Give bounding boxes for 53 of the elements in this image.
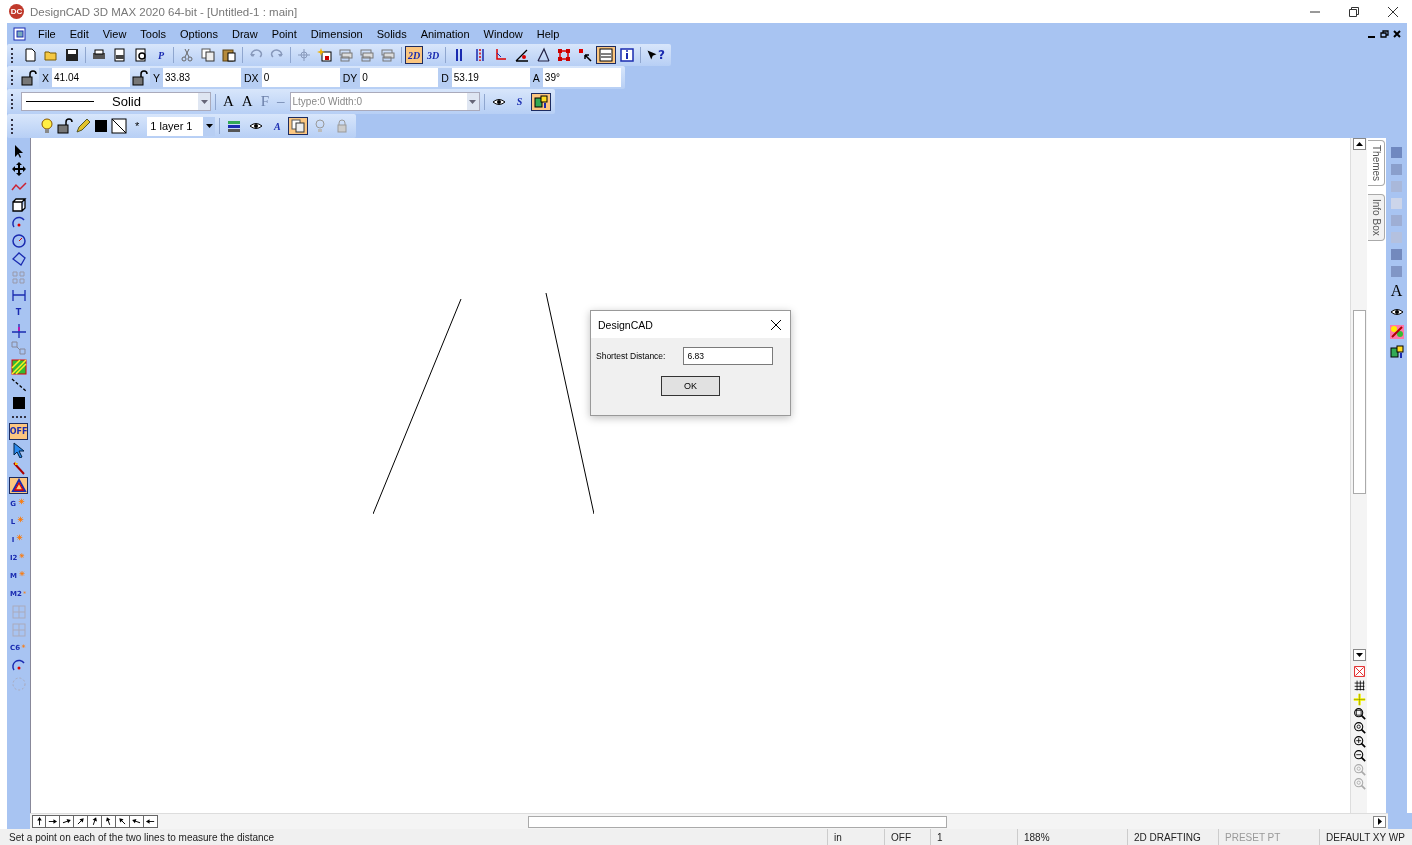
coordinate-label: DY (339, 67, 361, 88)
side-tab[interactable]: Info Box (1368, 194, 1385, 241)
field-label: Shortest Distance: (596, 351, 666, 361)
menu-item[interactable]: Tools (133, 25, 174, 42)
tool-button[interactable]: OFF (9, 423, 28, 440)
menu-item[interactable]: Options (173, 25, 225, 42)
coordinate-field[interactable]: 39° (542, 68, 621, 87)
menu-item[interactable]: Dimension (303, 25, 370, 42)
menu-item[interactable]: Animation (413, 25, 477, 42)
menu-item[interactable]: View (95, 25, 134, 42)
window-title: DesignCAD 3D MAX 2020 64-bit - [Untitled-1 : main] (30, 5, 298, 18)
menu-item[interactable]: Solids (369, 25, 414, 42)
status-field: PRESET PT (1218, 829, 1319, 845)
status-field: in (827, 829, 884, 845)
menu-item[interactable]: Window (476, 25, 530, 42)
toolbar-button[interactable]: A (268, 117, 287, 135)
toolbar-button[interactable]: 2D (405, 46, 423, 64)
app-logo: DC (9, 4, 24, 19)
line-style-dropdown[interactable]: Solid (21, 92, 211, 111)
coordinate-field[interactable]: 33.83 (163, 68, 242, 87)
side-tab[interactable]: Themes (1368, 140, 1385, 187)
coordinate-field[interactable]: 41.04 (52, 68, 130, 87)
menu-item[interactable]: Help (529, 25, 567, 42)
status-field: 188% (1017, 829, 1127, 845)
coordinate-label: X (39, 67, 52, 88)
coordinate-label: Y (150, 67, 164, 88)
coordinate-label: DX (241, 67, 262, 88)
coordinate-field[interactable]: 53.19 (451, 68, 530, 87)
ok-button[interactable]: OK (661, 376, 720, 396)
coordinate-label: D (438, 67, 452, 88)
status-field: 2D DRAFTING (1127, 829, 1218, 845)
status-field: OFF (884, 829, 930, 845)
font-button[interactable]: A (238, 93, 256, 110)
menu-item[interactable]: Edit (62, 25, 96, 42)
dialog-title: DesignCAD (598, 318, 653, 331)
status-field: DEFAULT XY WP (1319, 829, 1412, 845)
toolbar-button[interactable]: S (510, 92, 529, 111)
status-message: Set a point on each of the two lines to measure the distance (9, 831, 276, 843)
coordinate-field[interactable]: 0 (360, 68, 439, 87)
layer-marker: * (134, 120, 141, 132)
menu-item[interactable]: File (31, 25, 63, 42)
menu-item[interactable]: Draw (224, 25, 265, 42)
menu-item[interactable]: Point (264, 25, 304, 42)
status-field: 1 (930, 829, 1017, 845)
layer-dropdown[interactable]: 1 layer 1 (147, 116, 216, 136)
tool-button[interactable]: T (9, 304, 28, 321)
tool-button[interactable]: ? (644, 46, 667, 64)
distance-field[interactable]: 6.83 (683, 347, 774, 365)
text-tool-button[interactable]: A (1390, 282, 1403, 300)
toolbar-button[interactable]: P (152, 46, 170, 64)
font-button[interactable]: A (220, 93, 237, 110)
toolbar-button[interactable]: 3D (424, 46, 442, 64)
coordinate-field[interactable]: 0 (261, 68, 340, 87)
